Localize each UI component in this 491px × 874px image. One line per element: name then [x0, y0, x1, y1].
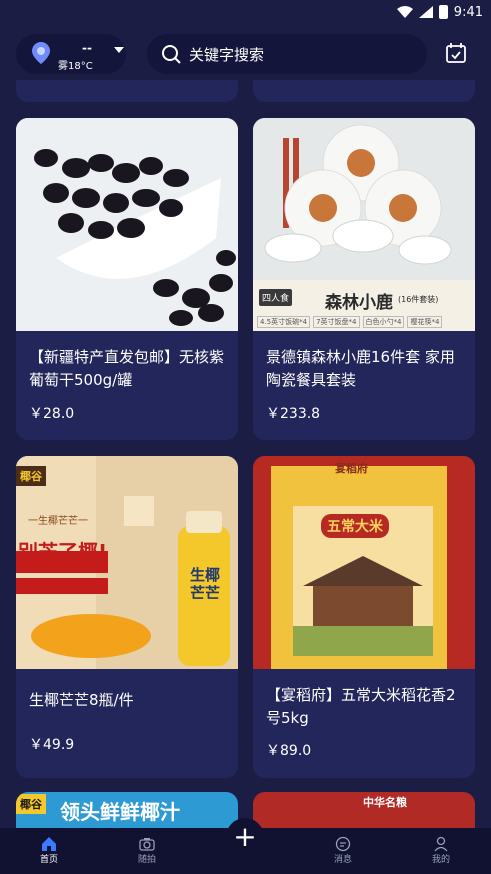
calendar-check-icon[interactable]: [445, 42, 467, 64]
coconut-sub: 一生椰芒芒一: [28, 516, 88, 527]
tableware-items: 4.5英寸饭碗*4 7英寸饭盘*4 白色小勺*4 樱花筷*4: [257, 316, 443, 328]
search-icon: [162, 45, 181, 64]
product-price: ￥28.0: [29, 406, 75, 422]
tableware-item: 7英寸饭盘*4: [313, 316, 360, 328]
tableware-item: 樱花筷*4: [407, 316, 443, 328]
user-icon: [434, 836, 448, 852]
status-bar: 9:41: [0, 0, 491, 24]
coconut-brand: 椰谷: [16, 466, 46, 486]
product-price: ￥49.9: [29, 737, 75, 753]
tab-camera[interactable]: 随拍: [117, 828, 177, 874]
product-title: 景德镇森林小鹿16件套 家用陶瓷餐具套装: [266, 348, 455, 389]
coconut-slogan: 别芒了椰!: [18, 540, 108, 564]
signal-icon: [418, 6, 433, 18]
card-stub: [253, 80, 475, 102]
plus-icon: +: [233, 820, 257, 853]
card-stub: [16, 80, 238, 102]
tab-label: 消息: [333, 855, 352, 865]
product-card[interactable]: 四人食 森林小鹿 (16件套装) 4.5英寸饭碗*4 7英寸饭盘*4 白色小勺*…: [253, 118, 475, 440]
product-title: 生椰芒芒8瓶/件: [29, 691, 134, 709]
tableware-set-label: (16件套装): [398, 295, 439, 304]
product-title: 【宴稻府】五常大米稻花香2号5kg: [266, 686, 456, 727]
product-card[interactable]: 椰谷 一生椰芒芒一 别芒了椰! 生椰芒芒 生椰芒芒8瓶/件 ￥49.9: [16, 456, 238, 778]
partial-banner-text: 领头鲜鲜椰汁: [60, 800, 180, 824]
location-label: --: [82, 41, 92, 55]
search-input[interactable]: 关键字搜索: [147, 34, 427, 74]
weather-text: 雾18°C: [58, 61, 93, 72]
rice-brand: 宴稻府: [335, 462, 368, 475]
search-placeholder: 关键字搜索: [189, 45, 265, 64]
product-image-coconut-drink: 椰谷 一生椰芒芒一 别芒了椰! 生椰芒芒: [16, 456, 238, 669]
message-icon: [335, 836, 351, 852]
chevron-down-icon: [114, 47, 124, 53]
product-image-rice: 宴稻府 五常大米: [253, 456, 475, 669]
product-image-raisins: [16, 118, 238, 331]
tab-profile[interactable]: 我的: [411, 828, 471, 874]
tableware-banner-badge: 四人食: [259, 289, 293, 306]
tab-home[interactable]: 首页: [19, 828, 79, 874]
product-card[interactable]: 【新疆特产直发包邮】无核紫葡萄干500g/罐 ￥28.0: [16, 118, 238, 440]
wifi-icon: [396, 6, 413, 18]
product-price: ￥89.0: [266, 743, 312, 759]
product-card[interactable]: 宴稻府 五常大米 【宴稻府】五常大米稻花香2号5kg ￥89.0: [253, 456, 475, 778]
product-price: ￥233.8: [266, 406, 321, 422]
product-title: 【新疆特产直发包邮】无核紫葡萄干500g/罐: [29, 348, 225, 389]
partial-brand: 椰谷: [16, 794, 46, 814]
tableware-banner-text: 森林小鹿: [325, 293, 393, 313]
product-card-partial[interactable]: 中华名粮: [253, 792, 475, 828]
coconut-bottle-label: 生椰芒芒: [189, 566, 220, 602]
tab-messages[interactable]: 消息: [313, 828, 373, 874]
partial-banner-text: 中华名粮: [363, 796, 407, 809]
tableware-item: 白色小勺*4: [362, 316, 405, 328]
product-card-partial[interactable]: 椰谷 领头鲜鲜椰汁: [16, 792, 238, 828]
camera-icon: [139, 838, 155, 851]
rice-name: 五常大米: [321, 514, 389, 538]
battery-icon: [438, 5, 448, 19]
location-pin-icon: [32, 42, 50, 64]
product-image-tableware: 四人食 森林小鹿 (16件套装) 4.5英寸饭碗*4 7英寸饭盘*4 白色小勺*…: [253, 118, 475, 331]
product-feed[interactable]: 【新疆特产直发包邮】无核紫葡萄干500g/罐 ￥28.0 四人食 森林小鹿 (1…: [0, 80, 491, 828]
home-icon: [42, 837, 56, 851]
status-time: 9:41: [453, 4, 483, 20]
tab-label: 随拍: [137, 855, 156, 865]
tab-label: 首页: [39, 855, 58, 865]
tab-label: 我的: [431, 855, 450, 865]
header: -- 雾18°C 关键字搜索: [0, 28, 491, 80]
tableware-item: 4.5英寸饭碗*4: [257, 316, 311, 328]
location-selector[interactable]: -- 雾18°C: [16, 34, 126, 74]
add-post-button[interactable]: +: [226, 818, 264, 856]
